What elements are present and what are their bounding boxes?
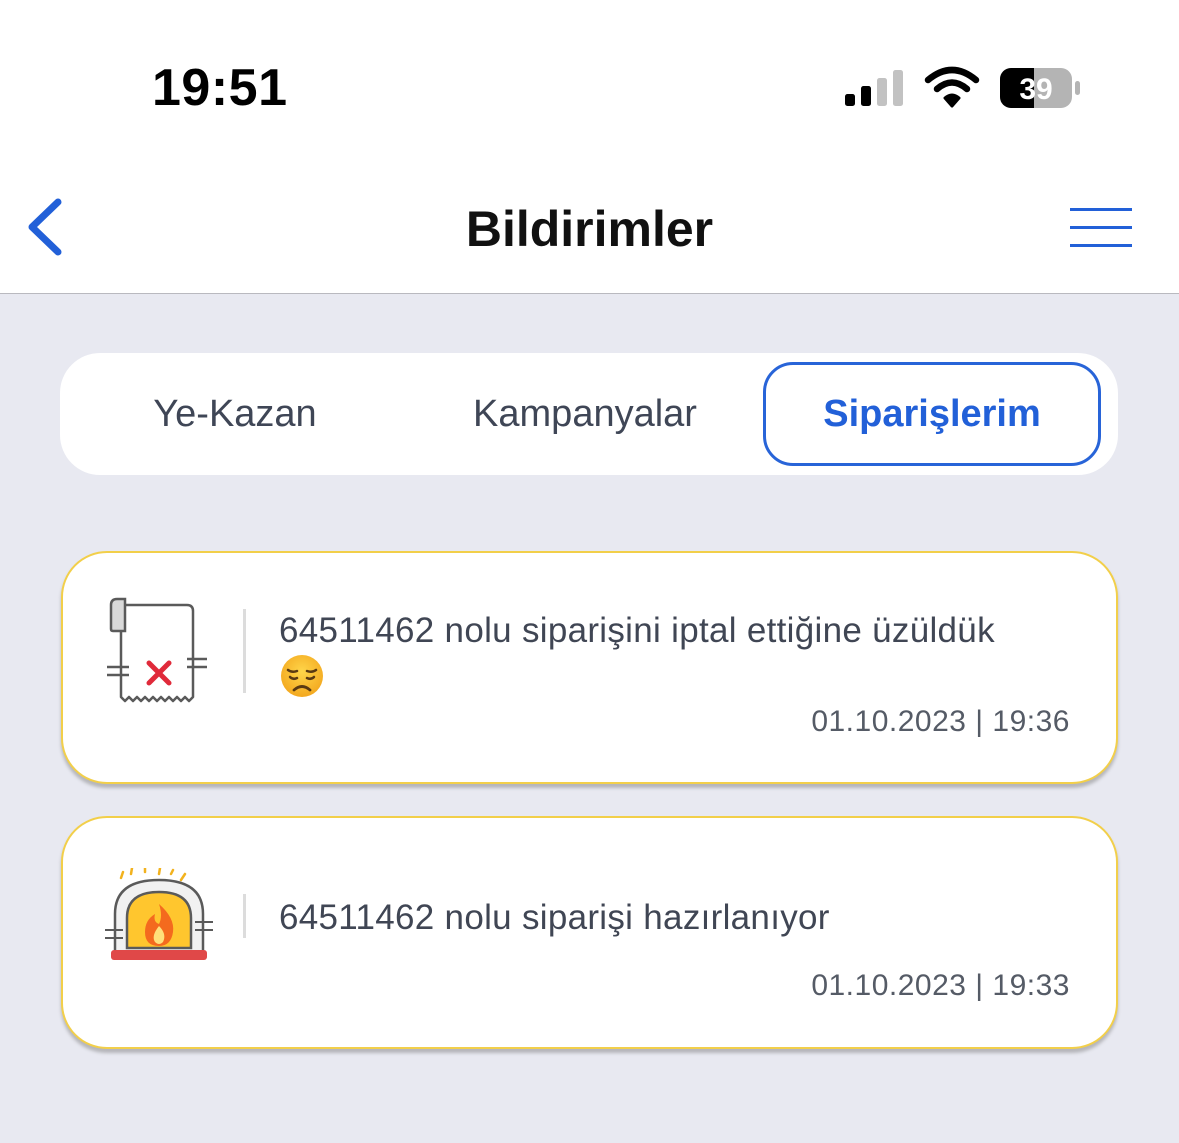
tab-siparislerim[interactable]: Siparişlerim xyxy=(763,362,1101,466)
notification-date: 01.10.2023 | 19:33 xyxy=(811,969,1070,1002)
card-divider xyxy=(243,609,246,693)
notification-text: 64511462 nolu siparişi hazırlanıyor xyxy=(279,898,830,937)
nav-bar: Bildirimler xyxy=(0,150,1179,294)
tab-bar: Ye-Kazan Kampanyalar Siparişlerim xyxy=(60,353,1118,475)
tab-kampanyalar[interactable]: Kampanyalar xyxy=(440,353,730,475)
notification-card[interactable]: 64511462 nolu siparişi hazırlanıyor 01.1… xyxy=(61,816,1118,1049)
page-title: Bildirimler xyxy=(465,201,714,257)
status-time: 19:51 xyxy=(152,59,288,117)
menu-icon[interactable] xyxy=(1070,208,1132,248)
battery-icon: 39 xyxy=(1000,68,1080,108)
notification-date: 01.10.2023 | 19:36 xyxy=(811,705,1070,738)
status-bar: 19:51 39 xyxy=(0,0,1179,150)
wifi-icon xyxy=(924,66,980,108)
cancelled-receipt-icon xyxy=(107,597,207,703)
notification-message: 64511462 nolu siparişini iptal ettiğine … xyxy=(279,609,1079,699)
notification-text: 64511462 nolu siparişini iptal ettiğine … xyxy=(279,611,995,650)
notification-card[interactable]: 64511462 nolu siparişini iptal ettiğine … xyxy=(61,551,1118,784)
disappointed-face-icon xyxy=(281,655,323,697)
tab-ye-kazan[interactable]: Ye-Kazan xyxy=(100,353,370,475)
battery-level: 39 xyxy=(1019,73,1052,106)
oven-icon xyxy=(105,868,213,960)
notification-message: 64511462 nolu siparişi hazırlanıyor xyxy=(279,896,1079,940)
signal-icon xyxy=(845,70,903,106)
card-divider xyxy=(243,894,246,938)
